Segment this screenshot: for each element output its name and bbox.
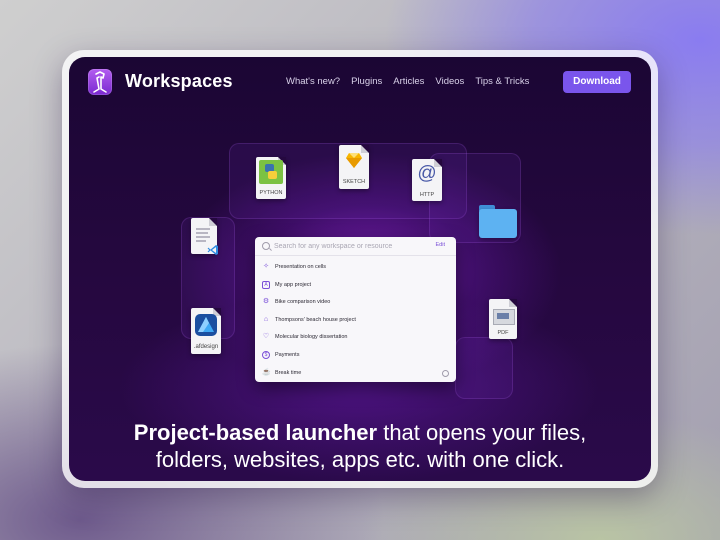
coffee-icon: ☕: [262, 368, 271, 376]
workspace-item-label: Presentation on cells: [275, 264, 327, 270]
python-file-icon: PYTHON: [256, 157, 286, 199]
launcher-window: Edit ✧ Presentation on cells A My app pr…: [255, 237, 456, 382]
search-icon: [262, 242, 270, 250]
workspace-item-label: Payments: [275, 351, 300, 358]
python-file-label: PYTHON: [259, 190, 283, 196]
workspace-item[interactable]: ✧ Presentation on cells: [255, 259, 456, 277]
nav-link-articles[interactable]: Articles: [393, 76, 424, 87]
afdesign-file-label: .afdesign: [193, 344, 219, 350]
nav-links: What's new? Plugins Articles Videos Tips…: [286, 76, 540, 87]
hero-headline: Project-based launcher that opens your f…: [69, 419, 651, 473]
afdesign-file-icon: .afdesign: [191, 308, 221, 354]
folder-icon: [479, 205, 519, 238]
app-logo-icon[interactable]: [88, 69, 112, 95]
nav-link-plugins[interactable]: Plugins: [351, 76, 382, 87]
http-file-icon: @ HTTP: [412, 159, 442, 201]
workspace-item-label: My app project: [275, 281, 312, 288]
workspace-list: ✧ Presentation on cells A My app project…: [255, 259, 456, 382]
headline-bold: Project-based launcher: [133, 420, 378, 445]
download-button[interactable]: Download: [563, 71, 631, 93]
clock-icon: [442, 369, 449, 377]
workspace-item[interactable]: A My app project: [255, 277, 456, 295]
network-icon: ✧: [263, 263, 269, 270]
edit-button[interactable]: Edit: [436, 242, 445, 248]
pdf-file-icon: PDF: [489, 299, 517, 339]
workspace-item-label: Bike comparison video: [275, 299, 331, 306]
pdf-file-label: PDF: [497, 330, 509, 336]
nav-link-tips-tricks[interactable]: Tips & Tricks: [475, 76, 529, 87]
headline-rest: that opens your files,: [377, 420, 587, 445]
workspace-item-label: Molecular biology dissertation: [275, 334, 348, 341]
sketch-file-label: SKETCH: [342, 179, 366, 185]
dollar-icon: $: [262, 350, 270, 359]
app-store-icon: A: [262, 280, 270, 289]
top-navigation: Workspaces What's new? Plugins Articles …: [69, 57, 651, 109]
house-icon: ⌂: [263, 315, 269, 323]
sketch-file-icon: SKETCH: [339, 145, 369, 189]
workspace-item-label: Break time: [275, 369, 302, 376]
brand-name[interactable]: Workspaces: [125, 71, 233, 92]
hero-screen: Workspaces What's new? Plugins Articles …: [69, 57, 651, 481]
workspace-item[interactable]: ♡ Molecular biology dissertation: [255, 329, 456, 347]
workspace-item-label: Thompsons' beach house project: [275, 316, 356, 323]
glow-panel: [455, 337, 513, 399]
workspace-item[interactable]: $ Payments: [255, 347, 456, 365]
heart-pulse-icon: ♡: [262, 333, 270, 341]
headline-line2: folders, websites, apps etc. with one cl…: [155, 447, 565, 472]
nav-link-videos[interactable]: Videos: [435, 76, 464, 87]
workspace-item[interactable]: ⚙ Bike comparison video: [255, 294, 456, 312]
vscode-file-icon: [191, 218, 219, 256]
nav-link-whats-new[interactable]: What's new?: [286, 76, 340, 87]
workspace-item[interactable]: ☕ Break time: [255, 365, 456, 383]
workspace-item[interactable]: ⌂ Thompsons' beach house project: [255, 312, 456, 330]
launcher-search-bar: Edit: [255, 237, 456, 256]
search-input[interactable]: [274, 239, 424, 253]
bike-icon: ⚙: [262, 298, 270, 306]
http-file-label: HTTP: [419, 192, 435, 198]
